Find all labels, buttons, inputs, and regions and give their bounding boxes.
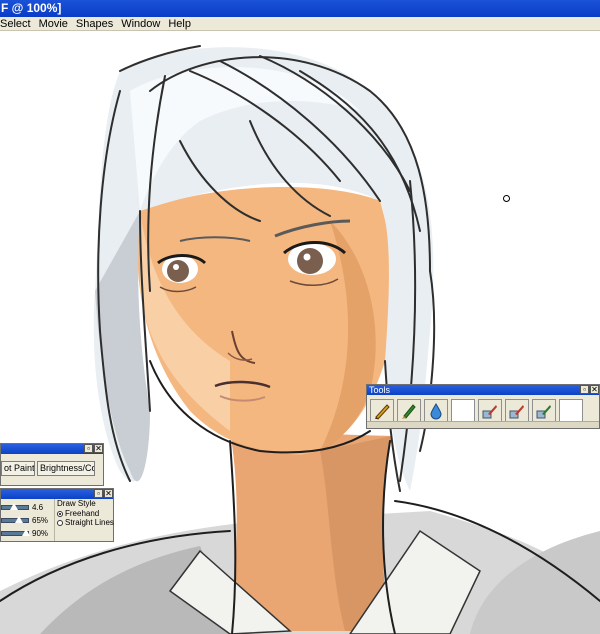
tools-palette-title: Tools: [369, 385, 391, 395]
brush-tool[interactable]: [397, 399, 421, 423]
color-swatch-2[interactable]: [559, 399, 583, 423]
palette-close-icon[interactable]: ✕: [104, 489, 113, 498]
color-swatch-1[interactable]: [451, 399, 475, 423]
palette-close-icon[interactable]: ✕: [94, 444, 103, 453]
opacity-slider[interactable]: 65%: [1, 515, 53, 526]
palette-close-icon[interactable]: ✕: [590, 385, 599, 394]
bucket-brush-icon: [482, 405, 497, 419]
freehand-radio[interactable]: [57, 510, 63, 517]
palette-restore-icon[interactable]: ▫: [84, 444, 93, 453]
straight-lines-option[interactable]: Straight Lines: [57, 518, 114, 527]
palette-restore-icon[interactable]: ▫: [94, 489, 103, 498]
pencil-tool[interactable]: [370, 399, 394, 423]
tools-palette-title-bar[interactable]: Tools ▫ ✕: [367, 385, 599, 395]
effects-palette-title-bar[interactable]: ▫ ✕: [1, 444, 103, 454]
tools-palette-footer: [367, 421, 599, 428]
pencil-icon: [375, 404, 390, 420]
draw-style-group: Draw Style Freehand Straight Lines: [54, 499, 114, 541]
menu-window[interactable]: Window: [121, 17, 164, 30]
menu-bar: Select Movie Shapes Window Help: [0, 17, 600, 31]
water-tool[interactable]: [424, 399, 448, 423]
portrait-illustration: [0, 45, 600, 634]
smoothness-slider[interactable]: 90%: [1, 528, 53, 539]
menu-help[interactable]: Help: [168, 17, 195, 30]
bucket-brush-tool-2[interactable]: [505, 399, 529, 423]
brush-settings-palette: ▫ ✕ 4.6 65% 90% Draw Style Freehand Stra…: [0, 488, 114, 542]
window-title: F @ 100%]: [1, 1, 62, 15]
menu-select[interactable]: Select: [0, 17, 35, 30]
bucket-brush-icon: [536, 405, 551, 419]
bucket-brush-tool-1[interactable]: [478, 399, 502, 423]
brush-settings-title-bar[interactable]: ▫ ✕: [1, 489, 113, 499]
brightness-contrast-button[interactable]: Brightness/Con...: [37, 461, 95, 476]
menu-shapes[interactable]: Shapes: [76, 17, 117, 30]
slider-thumb[interactable]: [22, 529, 31, 536]
opacity-value: 65%: [32, 516, 49, 525]
brush-size-value: 4.6: [32, 503, 44, 512]
drawing-canvas[interactable]: [0, 31, 600, 634]
slider-thumb[interactable]: [9, 503, 18, 510]
draw-style-heading: Draw Style: [57, 499, 96, 508]
brush-icon: [402, 404, 416, 419]
slider-thumb[interactable]: [15, 516, 24, 523]
brush-size-slider[interactable]: 4.6: [1, 502, 53, 513]
palette-restore-icon[interactable]: ▫: [580, 385, 589, 394]
paint-effect-button[interactable]: ot Paint: [1, 461, 35, 476]
brush-cursor: [503, 195, 510, 202]
window-title-bar: F @ 100%]: [0, 0, 600, 17]
freehand-option[interactable]: Freehand: [57, 509, 114, 518]
tools-palette: Tools ▫ ✕: [366, 384, 600, 429]
smoothness-value: 90%: [32, 529, 49, 538]
bucket-brush-icon: [509, 405, 524, 419]
bucket-brush-tool-3[interactable]: [532, 399, 556, 423]
menu-movie[interactable]: Movie: [39, 17, 72, 30]
water-drop-icon: [430, 403, 442, 420]
effects-palette: ▫ ✕ ot Paint Brightness/Con...: [0, 443, 104, 486]
straight-lines-radio[interactable]: [57, 519, 63, 526]
